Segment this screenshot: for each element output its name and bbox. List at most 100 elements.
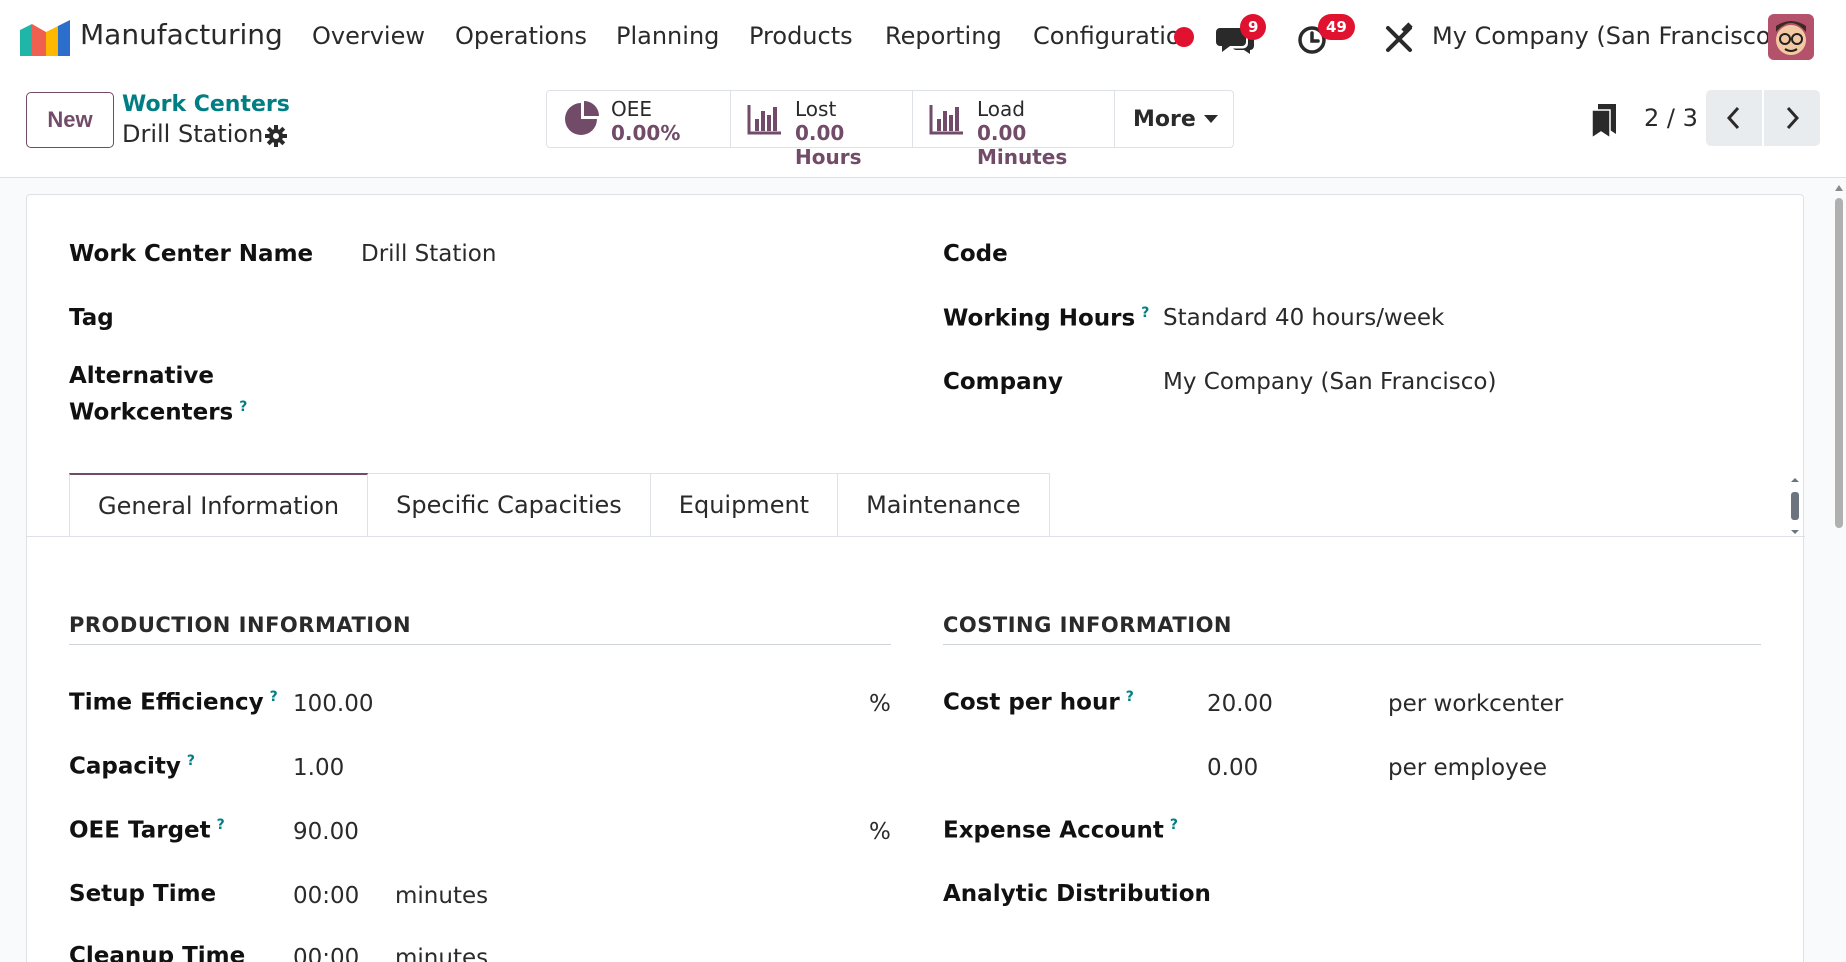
cost-per-employee-field[interactable]: 0.00	[1207, 755, 1258, 781]
working-hours-field[interactable]: Standard 40 hours/week	[1163, 305, 1444, 331]
tag-field[interactable]	[361, 305, 861, 335]
expense-account-label-text: Expense Account	[943, 817, 1164, 844]
tag-label: Tag	[69, 305, 114, 331]
time-efficiency-field[interactable]: 100.00	[293, 691, 373, 717]
help-tooltip-icon[interactable]: ?	[239, 399, 247, 415]
oee-target-field[interactable]: 90.00	[293, 819, 359, 845]
tab-equipment[interactable]: Equipment	[650, 473, 839, 537]
lost-smart-button[interactable]: Lost 0.00 Hours	[731, 91, 913, 169]
breadcrumb-work-centers[interactable]: Work Centers	[122, 92, 290, 117]
capacity-label: Capacity?	[69, 753, 195, 780]
tab-specific-capacities[interactable]: Specific Capacities	[368, 473, 651, 537]
working-hours-label-text: Working Hours	[943, 305, 1136, 332]
menu-planning[interactable]: Planning	[616, 22, 719, 50]
top-navbar: Manufacturing Overview Operations Planni…	[0, 0, 1846, 74]
company-field[interactable]: My Company (San Francisco)	[1163, 369, 1496, 395]
control-panel: New Work Centers Drill Station OEE 0.00%	[0, 74, 1846, 178]
help-tooltip-icon[interactable]: ?	[1141, 305, 1149, 321]
oee-target-label: OEE Target?	[69, 817, 225, 844]
menu-operations[interactable]: Operations	[455, 22, 587, 50]
oee-target-unit: %	[869, 819, 891, 845]
section-divider	[943, 644, 1761, 645]
smart-buttons: OEE 0.00% Lost 0.00 Hours Load 0.00 Minu…	[546, 90, 1234, 169]
load-label: Load	[977, 97, 1025, 121]
oee-label: OEE	[611, 97, 653, 121]
cost-per-employee-unit: per employee	[1388, 755, 1548, 781]
new-button[interactable]: New	[26, 92, 114, 148]
app-title[interactable]: Manufacturing	[80, 18, 283, 51]
tab-general-information[interactable]: General Information	[69, 473, 369, 537]
bar-chart-icon	[747, 105, 781, 135]
next-record-button[interactable]	[1764, 90, 1820, 146]
bar-chart-icon	[929, 105, 963, 135]
capacity-field[interactable]: 1.00	[293, 755, 344, 781]
cost-per-workcenter-field[interactable]: 20.00	[1207, 691, 1273, 717]
help-tooltip-icon[interactable]: ?	[270, 689, 278, 705]
load-smart-button[interactable]: Load 0.00 Minutes	[913, 91, 1115, 169]
help-tooltip-icon[interactable]: ?	[1126, 689, 1134, 705]
oee-target-label-text: OEE Target	[69, 817, 211, 844]
alternative-workcenters-label-line1: Alternative	[69, 363, 214, 389]
tab-divider	[27, 536, 1805, 537]
production-information-title: PRODUCTION INFORMATION	[69, 613, 412, 637]
cleanup-time-field[interactable]: 00:00	[293, 945, 359, 962]
pie-chart-icon	[565, 101, 599, 135]
manufacturing-app-icon[interactable]	[20, 20, 70, 56]
company-switcher[interactable]: My Company (San Francisco)	[1432, 22, 1780, 50]
cost-per-hour-label-text: Cost per hour	[943, 689, 1120, 716]
lost-label: Lost	[795, 97, 837, 121]
cost-per-workcenter-unit: per workcenter	[1388, 691, 1564, 717]
section-divider	[69, 644, 891, 645]
notebook-tabs: General Information Specific Capacities …	[69, 473, 1050, 537]
oee-smart-button[interactable]: OEE 0.00%	[547, 91, 731, 147]
setup-time-field[interactable]: 00:00	[293, 883, 359, 909]
menu-configuration[interactable]: Configuration	[1033, 22, 1183, 50]
cost-per-hour-label: Cost per hour?	[943, 689, 1134, 716]
help-tooltip-icon[interactable]: ?	[187, 753, 195, 769]
more-button[interactable]: More	[1115, 91, 1233, 147]
alternative-workcenters-label-line2: Workcenters	[69, 399, 234, 426]
form-sheet: Work Center Name Drill Station Tag Alter…	[26, 194, 1805, 962]
pager-value[interactable]: 2 / 3	[1644, 104, 1698, 132]
time-efficiency-label-text: Time Efficiency	[69, 689, 264, 716]
caret-down-icon	[1203, 115, 1218, 123]
time-efficiency-label: Time Efficiency?	[69, 689, 278, 716]
page-scrollbar[interactable]	[1832, 180, 1846, 962]
setup-time-label: Setup Time	[69, 881, 217, 907]
debug-tools-icon[interactable]	[1380, 22, 1420, 56]
tabs-scroll-control[interactable]	[1788, 476, 1802, 536]
user-avatar[interactable]	[1768, 14, 1814, 60]
cleanup-time-label: Cleanup Time	[69, 943, 246, 962]
analytic-distribution-label: Analytic Distribution	[943, 881, 1211, 907]
menu-reporting[interactable]: Reporting	[885, 22, 1002, 50]
activities-badge: 49	[1318, 14, 1355, 40]
menu-overview[interactable]: Overview	[312, 22, 425, 50]
menu-products[interactable]: Products	[749, 22, 853, 50]
bookmark-icon[interactable]	[1590, 104, 1618, 138]
tab-maintenance[interactable]: Maintenance	[838, 473, 1050, 537]
code-label: Code	[943, 241, 1008, 267]
working-hours-label: Working Hours?	[943, 305, 1149, 332]
work-center-name-field[interactable]: Drill Station	[361, 241, 496, 267]
more-label: More	[1133, 106, 1196, 132]
chevron-left-icon	[1726, 106, 1740, 130]
time-efficiency-unit: %	[869, 691, 891, 717]
cleanup-time-unit: minutes	[395, 945, 489, 962]
code-field[interactable]	[1163, 241, 1723, 271]
scroll-up-arrow-icon[interactable]	[1832, 182, 1846, 194]
oee-value: 0.00%	[611, 121, 681, 145]
expense-account-label: Expense Account?	[943, 817, 1178, 844]
lost-value: 0.00 Hours	[795, 121, 862, 169]
setup-time-unit: minutes	[395, 883, 489, 909]
costing-information-title: COSTING INFORMATION	[943, 613, 1232, 637]
breadcrumb-current: Drill Station	[122, 120, 264, 148]
capacity-label-text: Capacity	[69, 753, 181, 780]
gear-icon[interactable]	[264, 124, 288, 148]
previous-record-button[interactable]	[1706, 90, 1762, 146]
help-tooltip-icon[interactable]: ?	[1170, 817, 1178, 833]
scrollbar-thumb[interactable]	[1835, 198, 1843, 528]
messages-badge: 9	[1240, 14, 1267, 40]
help-tooltip-icon[interactable]: ?	[217, 817, 225, 833]
notification-dot	[1174, 27, 1194, 47]
alternative-workcenters-field[interactable]	[361, 381, 861, 411]
